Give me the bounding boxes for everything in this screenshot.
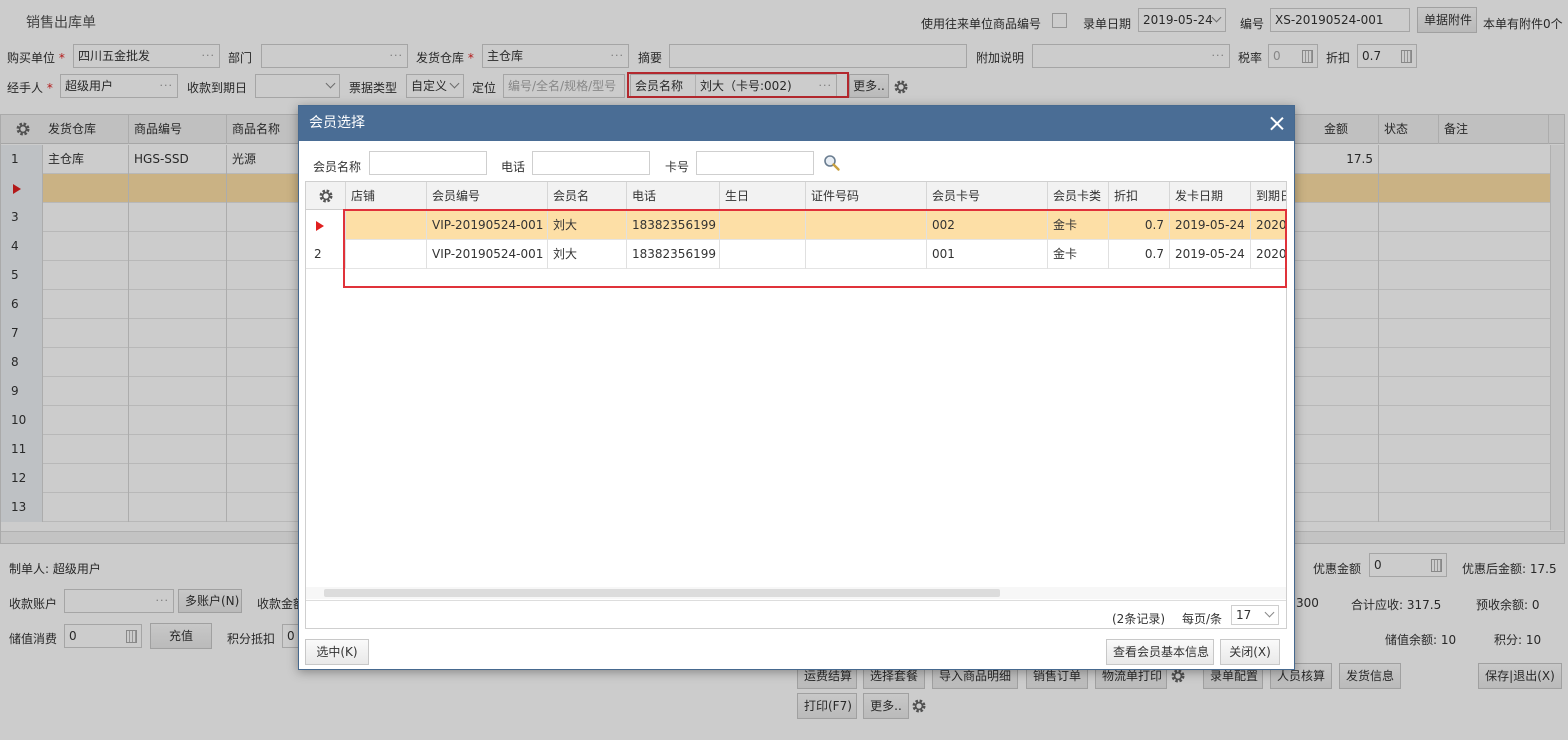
column-header-discount[interactable]: 折扣 [1109, 182, 1170, 210]
phone-label: 电话 [501, 160, 526, 174]
horizontal-scrollbar[interactable] [306, 587, 1286, 599]
card-input[interactable] [696, 151, 814, 175]
column-header-phone[interactable]: 电话 [627, 182, 720, 210]
column-header-issue-date[interactable]: 发卡日期 [1170, 182, 1251, 210]
member-name-label: 会员名称 [313, 160, 362, 174]
current-row-arrow-icon [316, 221, 324, 231]
gear-icon[interactable] [318, 188, 334, 204]
search-icon[interactable] [823, 154, 841, 172]
column-header-member-name[interactable]: 会员名 [548, 182, 627, 210]
column-header-member-id[interactable]: 会员编号 [427, 182, 548, 210]
per-page-value: 17 [1236, 608, 1252, 622]
member-grid-header: 店铺 会员编号 会员名 电话 生日 证件号码 会员卡号 会员卡类型 折扣 发卡日… [306, 182, 1286, 210]
dialog-close-button[interactable]: 关闭(X) [1220, 639, 1280, 665]
close-icon[interactable] [1268, 114, 1286, 132]
select-button[interactable]: 选中(K) [305, 639, 369, 665]
view-member-info-button[interactable]: 查看会员基本信息 [1106, 639, 1214, 665]
member-select-dialog: 会员选择 会员名称 电话 卡号 店铺 会员编号 会员名 电话 生日 证件号码 会… [298, 105, 1295, 670]
column-header-expire-date[interactable]: 到期日 [1251, 182, 1286, 210]
column-header-birthday[interactable]: 生日 [720, 182, 806, 210]
phone-input[interactable] [532, 151, 650, 175]
per-page-select[interactable]: 17 [1231, 605, 1279, 625]
chevron-down-icon [1264, 607, 1275, 618]
column-header-card-type[interactable]: 会员卡类型 [1048, 182, 1109, 210]
column-header-id-number[interactable]: 证件号码 [806, 182, 927, 210]
settings-column[interactable] [306, 182, 346, 210]
row-number: 2 [306, 240, 346, 269]
column-header-shop[interactable]: 店铺 [346, 182, 427, 210]
pager-bar: (2条记录) 每页/条 17 [306, 600, 1286, 628]
member-name-input[interactable] [369, 151, 487, 175]
rows-highlight [343, 209, 1287, 288]
card-label: 卡号 [665, 160, 690, 174]
record-count: (2条记录) [1112, 612, 1165, 626]
dialog-title: 会员选择 [299, 106, 1294, 141]
per-page-label: 每页/条 [1182, 612, 1223, 626]
row-indicator [306, 211, 346, 240]
scrollbar-thumb[interactable] [324, 589, 1000, 597]
dialog-title-text: 会员选择 [309, 115, 365, 131]
column-header-card-number[interactable]: 会员卡号 [927, 182, 1048, 210]
